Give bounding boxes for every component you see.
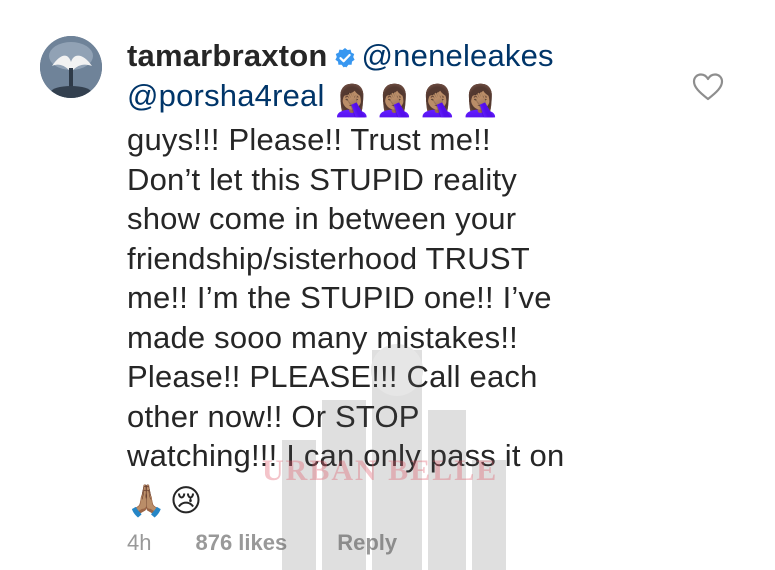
- heart-outline-icon[interactable]: [692, 72, 724, 102]
- facepalm-emoji: 🤦🏽‍♀️: [332, 82, 372, 118]
- comment-text-line: show come in between your: [127, 201, 517, 236]
- facepalm-emoji: 🤦🏽‍♀️: [461, 82, 500, 118]
- profile-avatar[interactable]: [40, 36, 102, 98]
- reply-button[interactable]: Reply: [337, 530, 397, 556]
- comment-body: tamarbraxton @neneleakes @porsha4real 🤦🏽‍♀…: [127, 36, 667, 520]
- comment-text-line: me!! I’m the STUPID one!! I’ve: [127, 280, 552, 315]
- comment-text-line: friendship/sisterhood TRUST: [127, 240, 530, 276]
- avatar-image: [40, 36, 102, 98]
- mention-link-porsha4real[interactable]: @porsha4real: [127, 78, 325, 113]
- username-link[interactable]: tamarbraxton: [127, 38, 328, 73]
- verified-badge-icon: [334, 48, 355, 68]
- comment-text-line: other now!! Or STOP: [127, 398, 420, 434]
- comment-timestamp: 4h: [127, 530, 152, 555]
- comment: tamarbraxton @neneleakes @porsha4real 🤦🏽‍♀…: [0, 0, 775, 570]
- watermark-text: URBAN BELLE: [262, 454, 499, 487]
- praying-hands-emoji: 🙏🏽: [127, 482, 166, 518]
- crying-face-emoji: 😢: [169, 482, 203, 518]
- mention-link-neneleakes[interactable]: @neneleakes: [362, 38, 554, 73]
- comment-text-line: Don’t let this STUPID reality: [127, 161, 517, 197]
- facepalm-emoji: 🤦🏽‍♀️: [375, 82, 415, 118]
- facepalm-emoji: 🤦🏽‍♀️: [418, 82, 458, 118]
- likes-count-link[interactable]: 876 likes: [195, 530, 287, 556]
- comment-line-1: @porsha4real 🤦🏽‍♀️ 🤦🏽‍♀️ 🤦🏽‍♀️ 🤦🏽‍♀️: [127, 76, 667, 121]
- comment-meta: 4h 876 likes Reply: [127, 530, 397, 556]
- comment-text-line: Please!! PLEASE!!! Call each: [127, 359, 538, 394]
- comment-text-line: guys!!! Please!! Trust me!!: [127, 122, 491, 157]
- comment-line-0: tamarbraxton @neneleakes: [127, 36, 667, 76]
- comment-text-line: made sooo many mistakes!!: [127, 319, 518, 355]
